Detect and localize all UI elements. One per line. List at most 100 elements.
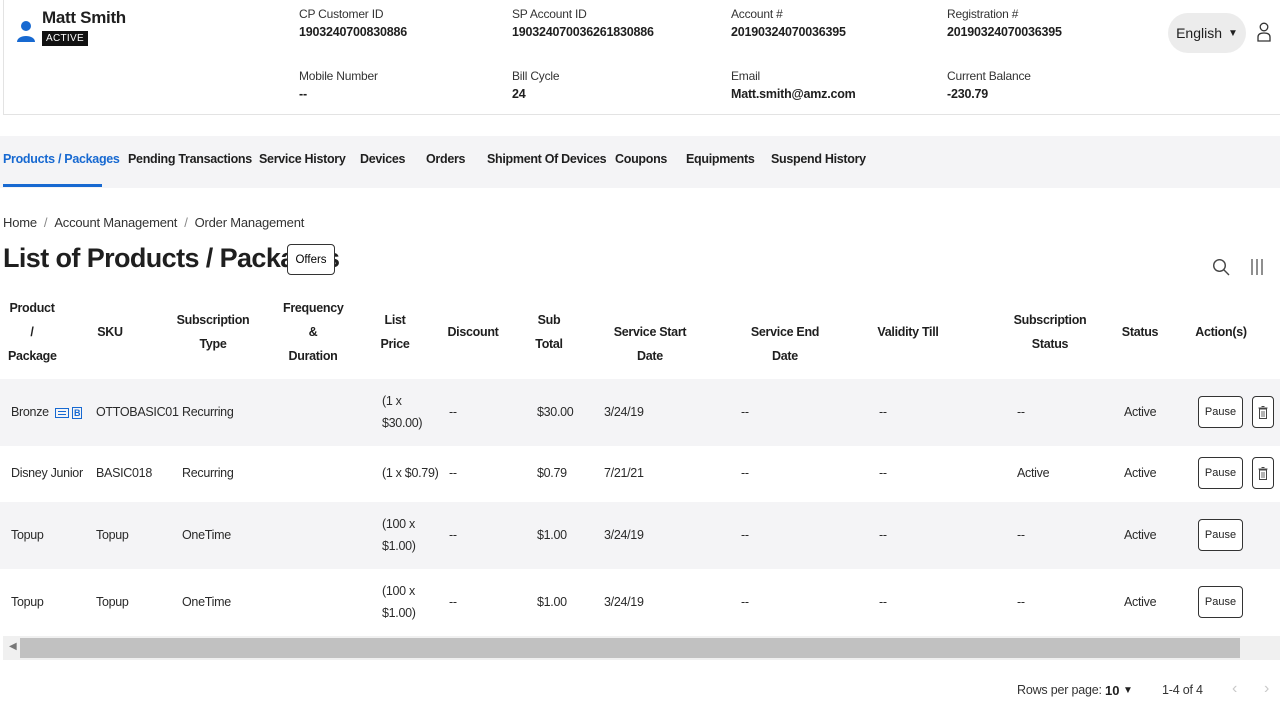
pause-button[interactable]: Pause: [1198, 396, 1243, 428]
cell-sku: BASIC018: [96, 466, 152, 480]
trash-icon: [1258, 405, 1268, 419]
tab-orders[interactable]: Orders: [426, 152, 466, 166]
tab-pending-transactions[interactable]: Pending Transactions: [128, 152, 252, 166]
user-name: Matt Smith: [42, 8, 126, 27]
account-icon[interactable]: [1256, 22, 1272, 42]
tab-suspend-history[interactable]: Suspend History: [771, 152, 866, 166]
cell-validity: --: [879, 528, 887, 542]
table-row: Topup Topup OneTime (100 x $1.00) -- $1.…: [0, 502, 1280, 569]
tab-coupons[interactable]: Coupons: [615, 152, 667, 166]
cell-sku: OTTOBASIC01: [96, 405, 179, 419]
caret-down-icon[interactable]: ▼: [1123, 685, 1133, 696]
cell-validity: --: [879, 595, 887, 609]
current-balance-field: Current Balance -230.79: [947, 69, 1031, 101]
cell-subscription-type: OneTime: [182, 595, 231, 609]
header-sub-total[interactable]: Sub Total: [532, 308, 566, 356]
header-service-start-date[interactable]: Service Start Date: [602, 320, 698, 368]
cell-list-price: (100 x $1.00): [382, 584, 416, 620]
mobile-number-field: Mobile Number --: [299, 69, 378, 101]
cell-service-end: --: [741, 595, 749, 609]
cell-sub-total: $1.00: [537, 595, 567, 609]
delete-button[interactable]: [1252, 396, 1274, 428]
header-validity-till[interactable]: Validity Till: [876, 320, 940, 344]
header-sku[interactable]: SKU: [90, 320, 130, 344]
table-row: Bronze B OTTOBASIC01 Recurring (1 x $30.…: [0, 379, 1280, 446]
tab-bar: Products / Packages Pending Transactions…: [0, 136, 1280, 188]
pause-button[interactable]: Pause: [1198, 519, 1243, 551]
header-subscription-status[interactable]: Subscription Status: [1010, 308, 1090, 356]
cell-validity: --: [879, 466, 887, 480]
sp-account-id-field: SP Account ID 190324070036261830886: [512, 7, 654, 39]
customer-header: Matt Smith ACTIVE CP Customer ID 1903240…: [3, 0, 1280, 115]
cell-subscription-status: Active: [1017, 466, 1050, 480]
tab-products-packages[interactable]: Products / Packages: [3, 152, 120, 166]
next-page-icon[interactable]: ›: [1264, 680, 1269, 698]
cell-subscription-type: OneTime: [182, 528, 231, 542]
language-select[interactable]: English ▼: [1168, 13, 1246, 53]
header-discount[interactable]: Discount: [446, 320, 500, 344]
caret-down-icon: ▼: [1228, 27, 1238, 39]
breadcrumb: Home / Account Management / Order Management: [3, 215, 305, 230]
tab-service-history[interactable]: Service History: [259, 152, 346, 166]
bundle-icon[interactable]: B: [72, 406, 83, 419]
scroll-left-icon[interactable]: ◀: [9, 641, 17, 652]
bill-cycle-field: Bill Cycle 24: [512, 69, 560, 101]
header-frequency-duration[interactable]: Frequency & Duration: [283, 296, 344, 368]
active-tab-indicator: [3, 184, 102, 187]
cell-discount: --: [449, 466, 457, 480]
delete-button[interactable]: [1252, 457, 1274, 489]
cell-service-start: 3/24/19: [604, 595, 644, 609]
cell-subscription-status: --: [1017, 405, 1025, 419]
header-subscription-type[interactable]: Subscription Type: [176, 308, 250, 356]
trash-icon: [1258, 466, 1268, 480]
scrollbar-thumb[interactable]: [20, 638, 1240, 658]
breadcrumb-account-management[interactable]: Account Management: [54, 215, 177, 230]
header-service-end-date[interactable]: Service End Date: [740, 320, 830, 368]
cell-discount: --: [449, 595, 457, 609]
prev-page-icon[interactable]: ‹: [1232, 680, 1237, 698]
language-label: English: [1176, 25, 1222, 41]
tab-shipment-of-devices[interactable]: Shipment Of Devices: [487, 152, 607, 166]
cell-sku: Topup: [96, 528, 129, 542]
cp-customer-id-field: CP Customer ID 1903240700830886: [299, 7, 408, 39]
rows-per-page-label: Rows per page:: [1017, 683, 1102, 697]
cell-subscription-status: --: [1017, 528, 1025, 542]
account-number-field: Account # 20190324070036395: [731, 7, 846, 39]
cell-list-price: (1 x $30.00): [382, 394, 423, 430]
horizontal-scrollbar[interactable]: ◀: [3, 636, 1280, 660]
cell-product: Disney Junior: [11, 466, 83, 480]
rows-per-page-select[interactable]: 10: [1105, 683, 1119, 698]
cell-product: Bronze B: [11, 405, 83, 419]
cell-status: Active: [1124, 405, 1157, 419]
cell-sub-total: $1.00: [537, 528, 567, 542]
cell-subscription-type: Recurring: [182, 405, 234, 419]
cell-service-end: --: [741, 405, 749, 419]
search-icon[interactable]: [1212, 258, 1230, 276]
pause-button[interactable]: Pause: [1198, 586, 1243, 618]
offers-button[interactable]: Offers: [287, 244, 335, 275]
tab-devices[interactable]: Devices: [360, 152, 405, 166]
cell-product: Topup: [11, 528, 44, 542]
cell-status: Active: [1124, 466, 1157, 480]
cell-list-price: (100 x $1.00): [382, 517, 416, 553]
cell-list-price: (1 x $0.79): [382, 466, 439, 480]
email-field: Email Matt.smith@amz.com: [731, 69, 856, 101]
header-product[interactable]: Product / Package: [8, 296, 57, 368]
header-list-price[interactable]: List Price: [378, 308, 412, 356]
cell-service-start: 3/24/19: [604, 405, 644, 419]
cell-service-end: --: [741, 466, 749, 480]
breadcrumb-order-management: Order Management: [194, 215, 305, 230]
registration-number-field: Registration # 20190324070036395: [947, 7, 1062, 39]
breadcrumb-home[interactable]: Home: [3, 215, 37, 230]
columns-icon[interactable]: [1250, 258, 1264, 276]
pause-button[interactable]: Pause: [1198, 457, 1243, 489]
cell-sub-total: $0.79: [537, 466, 567, 480]
cell-service-start: 7/21/21: [604, 466, 644, 480]
cell-sku: Topup: [96, 595, 129, 609]
table-row: Topup Topup OneTime (100 x $1.00) -- $1.…: [0, 569, 1280, 636]
header-status[interactable]: Status: [1120, 320, 1160, 344]
tab-equipments[interactable]: Equipments: [686, 152, 755, 166]
user-icon: [17, 21, 35, 42]
list-icon[interactable]: [55, 407, 69, 418]
user-block: Matt Smith ACTIVE: [16, 8, 126, 46]
